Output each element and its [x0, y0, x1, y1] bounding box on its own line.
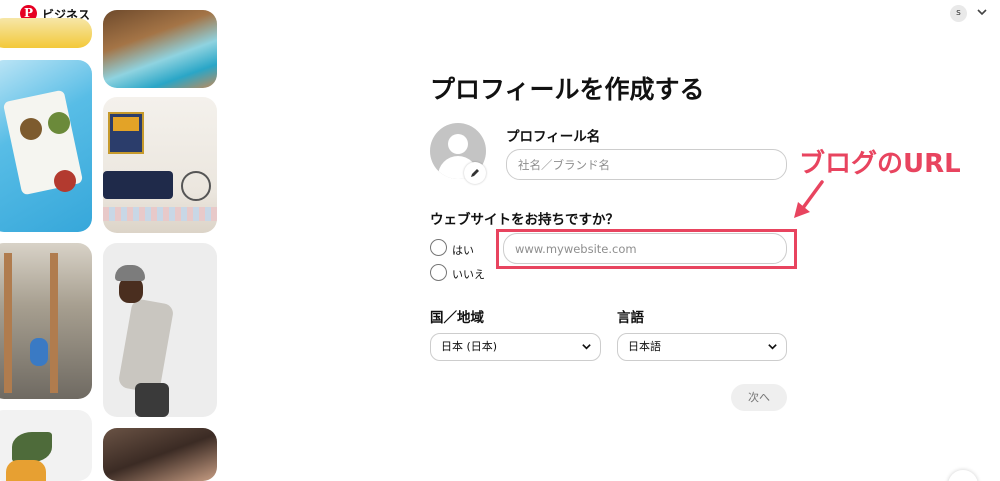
inspiration-image: [0, 18, 92, 48]
help-button[interactable]: [948, 470, 978, 481]
language-select[interactable]: 日本語: [617, 333, 787, 361]
radio-no[interactable]: [430, 264, 447, 281]
chevron-down-icon[interactable]: [976, 6, 988, 18]
account-avatar[interactable]: s: [950, 5, 967, 22]
next-button[interactable]: 次へ: [731, 384, 787, 411]
radio-yes-label: はい: [452, 244, 474, 257]
inspiration-image: [103, 10, 217, 88]
chevron-down-icon: [768, 344, 777, 350]
pencil-icon[interactable]: [464, 162, 486, 184]
radio-yes[interactable]: [430, 239, 447, 256]
inspiration-image: [103, 97, 217, 233]
profile-name-label: プロフィール名: [506, 129, 601, 145]
inspiration-image: [0, 243, 92, 399]
country-select-value: 日本 (日本): [441, 340, 498, 353]
page-title: プロフィールを作成する: [430, 75, 705, 104]
language-label: 言語: [617, 310, 644, 326]
inspiration-image: [0, 410, 92, 481]
arrow-icon: [794, 180, 824, 218]
inspiration-image: [103, 428, 217, 481]
chevron-down-icon: [582, 344, 591, 350]
website-url-input[interactable]: [503, 233, 787, 264]
annotation-label: ブログのURL: [799, 149, 961, 179]
inspiration-image: [103, 243, 217, 417]
language-select-value: 日本語: [628, 340, 661, 353]
profile-name-input[interactable]: [506, 149, 787, 180]
inspiration-image: [0, 60, 92, 232]
country-label: 国／地域: [430, 310, 484, 326]
country-select[interactable]: 日本 (日本): [430, 333, 601, 361]
website-question-label: ウェブサイトをお持ちですか？: [430, 212, 619, 228]
radio-no-label: いいえ: [452, 268, 485, 281]
